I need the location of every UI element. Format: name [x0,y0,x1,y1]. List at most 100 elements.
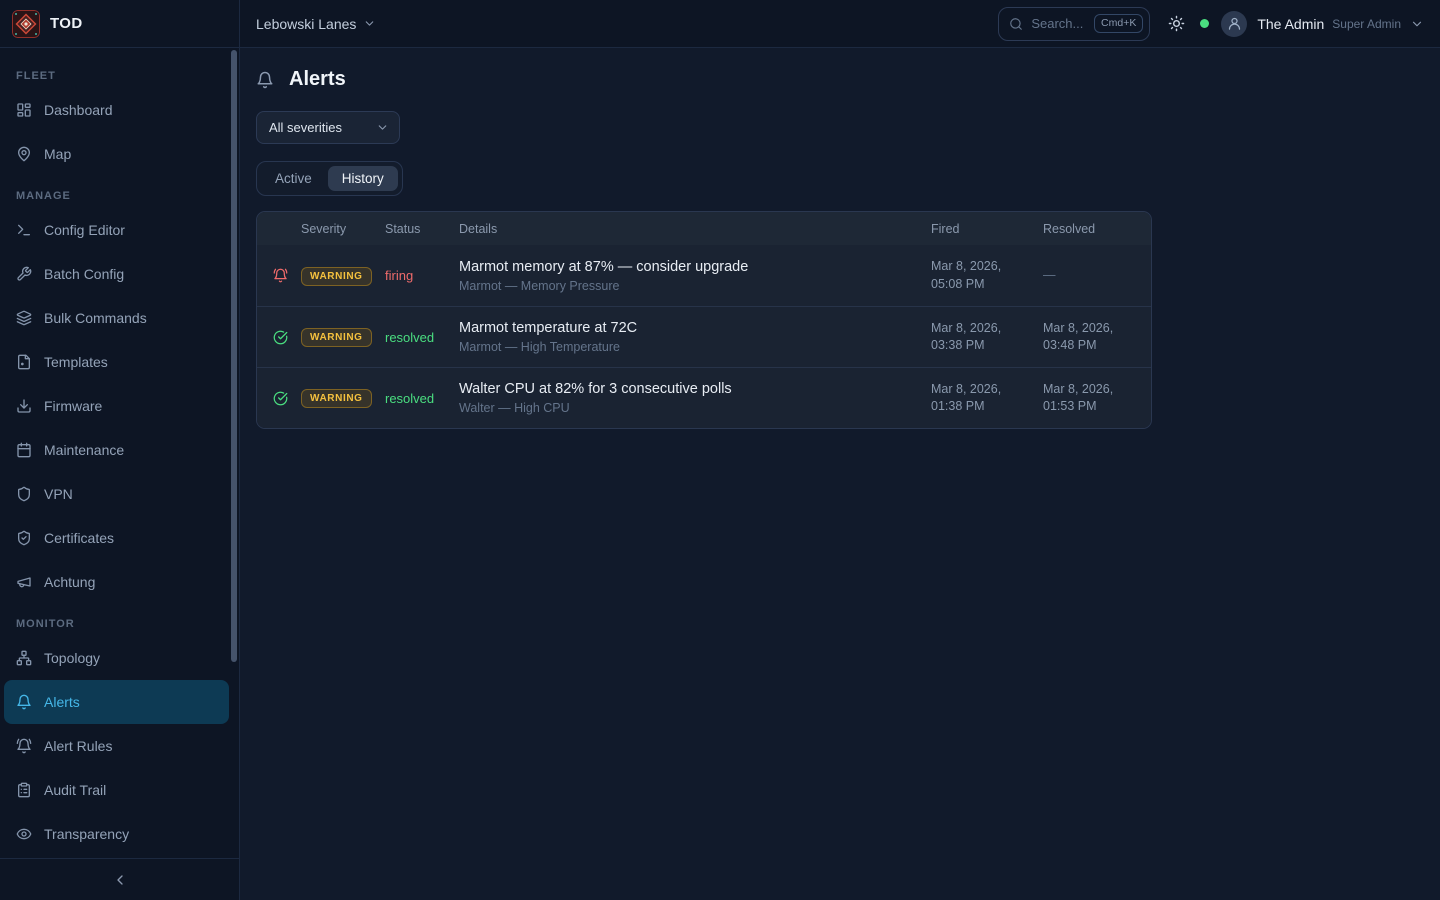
column-header-resolved: Resolved [1043,222,1151,236]
severity-badge: WARNING [301,389,372,408]
eye-icon [16,826,32,842]
sidebar-item-label: Transparency [44,826,129,842]
sidebar-item-vpn[interactable]: VPN [4,472,229,516]
megaphone-icon [16,574,32,590]
resolved-time: Mar 8, 2026, 03:48 PM [1043,320,1151,355]
alert-subtitle: Marmot — Memory Pressure [459,279,931,293]
bell-icon [256,71,274,89]
shield-check-icon [16,530,32,546]
sidebar-item-certificates[interactable]: Certificates [4,516,229,560]
brand-name: TOD [50,15,83,32]
check-circle-icon [257,391,301,406]
dashboard-icon [16,102,32,118]
sidebar-item-label: Achtung [44,574,95,590]
column-header-status: Status [385,222,459,236]
sidebar-collapse-button[interactable] [0,858,239,900]
sun-icon [1168,15,1185,32]
wrench-icon [16,266,32,282]
app-shell: FLEET Dashboard Map MANAGE Config Editor [0,48,1440,900]
user-menu-button[interactable] [1410,17,1424,31]
sidebar-scrollbar[interactable] [231,50,237,662]
sidebar-item-batch-config[interactable]: Batch Config [4,252,229,296]
sidebar-item-label: Batch Config [44,266,124,282]
sidebar-item-label: Dashboard [44,102,113,118]
table-row[interactable]: WARNING resolved Marmot temperature at 7… [257,306,1151,367]
brand-logo-icon[interactable] [12,10,40,38]
bell-ring-icon [16,738,32,754]
user-name: The Admin [1257,16,1324,32]
sidebar-item-label: Topology [44,650,100,666]
alert-title: Marmot temperature at 72C [459,320,931,336]
check-circle-icon [257,330,301,345]
chevron-down-icon [376,121,389,134]
fired-time: Mar 8, 2026, 03:38 PM [931,320,1043,355]
calendar-icon [16,442,32,458]
bell-ring-icon [257,268,301,283]
sidebar-item-firmware[interactable]: Firmware [4,384,229,428]
sidebar-item-achtung[interactable]: Achtung [4,560,229,604]
site-selector[interactable]: Lebowski Lanes [256,16,376,32]
clipboard-icon [16,782,32,798]
table-row[interactable]: WARNING resolved Walter CPU at 82% for 3… [257,367,1151,428]
sidebar-item-topology[interactable]: Topology [4,636,229,680]
chevron-left-icon [112,872,128,888]
alert-subtitle: Marmot — High Temperature [459,340,931,354]
sidebar-item-transparency[interactable]: Transparency [4,812,229,856]
sidebar-item-label: Alert Rules [44,738,112,754]
sidebar-item-bulk-commands[interactable]: Bulk Commands [4,296,229,340]
status-text: resolved [385,391,459,406]
alert-details: Marmot temperature at 72C Marmot — High … [459,320,931,354]
sidebar-item-label: Firmware [44,398,102,414]
sidebar-item-alert-rules[interactable]: Alert Rules [4,724,229,768]
topbar-main: Lebowski Lanes Search... Cmd+K The Admin… [240,0,1440,47]
theme-toggle-button[interactable] [1168,15,1185,32]
search-icon [1009,17,1023,31]
fired-time: Mar 8, 2026, 05:08 PM [931,258,1043,293]
sidebar-item-label: Audit Trail [44,782,106,798]
page-title: Alerts [289,68,346,91]
tab-history[interactable]: History [328,166,398,191]
search-placeholder: Search... [1031,16,1086,31]
search-input[interactable]: Search... Cmd+K [998,7,1150,41]
table-header-row: Severity Status Details Fired Resolved [257,212,1151,245]
resolved-time: — [1043,267,1151,285]
sidebar-item-audit-trail[interactable]: Audit Trail [4,768,229,812]
file-icon [16,354,32,370]
alert-subtitle: Walter — High CPU [459,401,931,415]
sidebar: FLEET Dashboard Map MANAGE Config Editor [0,48,240,900]
sidebar-item-label: Map [44,146,71,162]
sidebar-item-label: Maintenance [44,442,124,458]
shield-icon [16,486,32,502]
sidebar-section-monitor: MONITOR [0,604,239,636]
status-text: resolved [385,330,459,345]
sidebar-item-label: Config Editor [44,222,125,238]
table-row[interactable]: WARNING firing Marmot memory at 87% — co… [257,245,1151,306]
map-pin-icon [16,146,32,162]
brand: TOD [0,0,240,47]
user-icon [1227,16,1242,31]
resolved-time: Mar 8, 2026, 01:53 PM [1043,381,1151,416]
sidebar-item-maintenance[interactable]: Maintenance [4,428,229,472]
column-header-fired: Fired [931,222,1043,236]
alert-title: Walter CPU at 82% for 3 consecutive poll… [459,381,931,397]
tab-active[interactable]: Active [261,166,326,191]
alerts-tab-group: Active History [256,161,403,196]
sidebar-nav: FLEET Dashboard Map MANAGE Config Editor [0,48,239,858]
connection-status-dot [1200,19,1209,28]
search-shortcut-badge: Cmd+K [1094,14,1143,33]
severity-filter-select[interactable]: All severities [256,111,400,144]
main-content: Alerts All severities Active History Sev… [240,48,1440,900]
avatar[interactable] [1221,11,1247,37]
column-header-details: Details [459,222,931,236]
alert-details: Marmot memory at 87% — consider upgrade … [459,259,931,293]
sidebar-item-templates[interactable]: Templates [4,340,229,384]
severity-badge: WARNING [301,267,372,286]
sidebar-item-config-editor[interactable]: Config Editor [4,208,229,252]
alert-details: Walter CPU at 82% for 3 consecutive poll… [459,381,931,415]
bell-icon [16,694,32,710]
chevron-down-icon [1410,17,1424,31]
sidebar-item-map[interactable]: Map [4,132,229,176]
status-text: firing [385,268,459,283]
sidebar-item-dashboard[interactable]: Dashboard [4,88,229,132]
sidebar-item-alerts[interactable]: Alerts [4,680,229,724]
